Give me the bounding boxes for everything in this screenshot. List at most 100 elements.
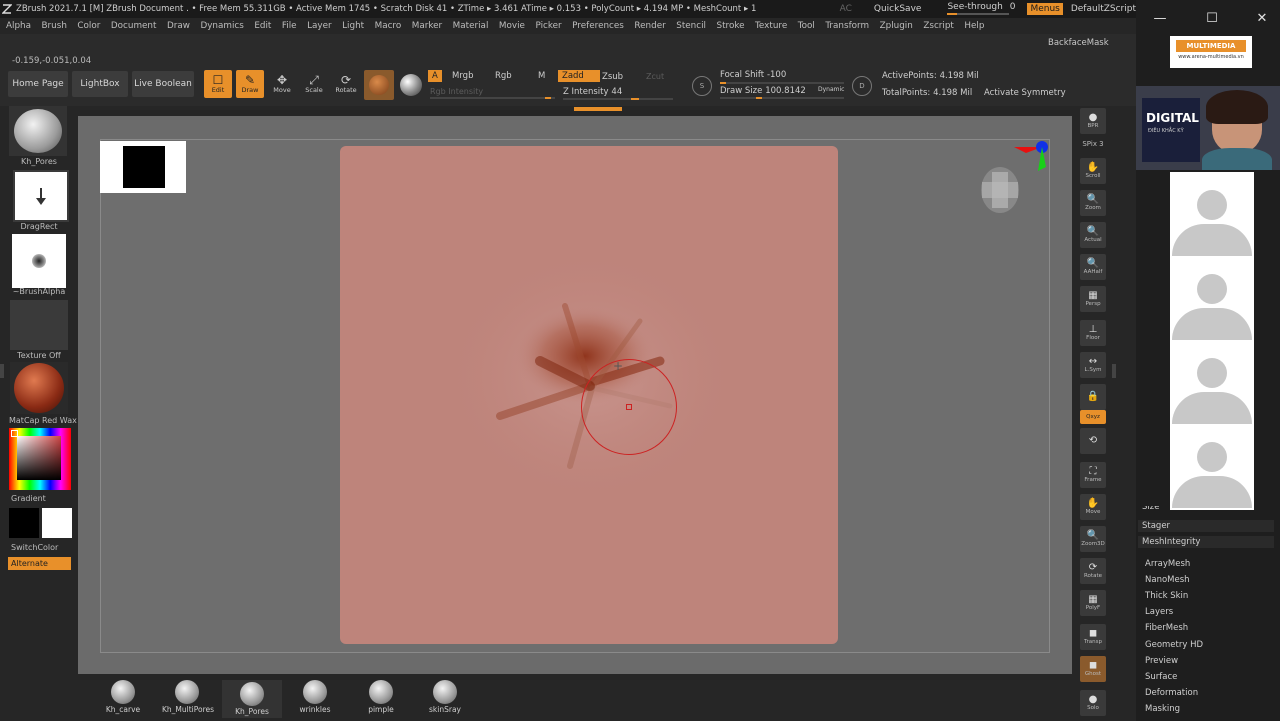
menu-edit[interactable]: Edit — [254, 21, 271, 31]
material-swatch-button[interactable] — [364, 70, 394, 100]
tool-11-button[interactable]: ⟲ — [1080, 428, 1106, 454]
submenu-fibermesh[interactable]: FiberMesh — [1145, 623, 1188, 633]
menu-file[interactable]: File — [282, 21, 297, 31]
actual-button[interactable]: 🔍 Actual — [1080, 222, 1106, 248]
menu-tool[interactable]: Tool — [798, 21, 815, 31]
brush-kh_carve[interactable]: Kh_carve — [98, 680, 148, 714]
z-intensity-slider[interactable]: Z Intensity 44 — [563, 87, 622, 97]
move-mode-button[interactable]: ✥ Move — [268, 70, 296, 98]
tool-9-button[interactable]: 🔒 — [1080, 384, 1106, 410]
persp-button[interactable]: ▦ Persp — [1080, 286, 1106, 312]
menu-document[interactable]: Document — [111, 21, 157, 31]
brush-selector[interactable] — [9, 106, 67, 156]
rotate-button[interactable]: ⟳ Rotate — [1080, 558, 1106, 584]
menu-help[interactable]: Help — [964, 21, 984, 31]
default-zscript-button[interactable]: DefaultZScript — [1071, 4, 1136, 14]
brush-skinsray[interactable]: skinSray — [420, 680, 470, 714]
lightbox-button[interactable]: LightBox — [72, 71, 128, 97]
scale-mode-button[interactable]: ⤢ Scale — [300, 70, 328, 98]
primary-color-swatch[interactable] — [9, 508, 39, 538]
see-through-slider[interactable]: See-through 0 — [947, 2, 1015, 16]
submenu-meshintegrity[interactable]: MeshIntegrity — [1138, 536, 1274, 548]
rgb-intensity-slider[interactable]: Rgb Intensity — [430, 87, 483, 96]
home-page-button[interactable]: Home Page — [8, 71, 68, 97]
speaker-video[interactable]: DIGITAL ĐIÊU KHẮC KỸ — [1136, 86, 1280, 170]
frame-button[interactable]: ⛶ Frame — [1080, 462, 1106, 488]
menu-macro[interactable]: Macro — [375, 21, 402, 31]
l-sym-button[interactable]: ↔ L.Sym — [1080, 352, 1106, 378]
menu-material[interactable]: Material — [453, 21, 489, 31]
close-window-icon[interactable]: ✕ — [1248, 6, 1276, 30]
menu-brush[interactable]: Brush — [42, 21, 67, 31]
edit-mode-button[interactable]: ☐ Edit — [204, 70, 232, 98]
menu-picker[interactable]: Picker — [535, 21, 561, 31]
floor-button[interactable]: ⊥ Floor — [1080, 320, 1106, 346]
maximize-window-icon[interactable]: ☐ — [1198, 6, 1226, 30]
z-intensity-track[interactable] — [563, 98, 673, 100]
polyf-button[interactable]: ▦ PolyF — [1080, 590, 1106, 616]
submenu-size[interactable]: Size — [1142, 506, 1159, 512]
stroke-selector[interactable] — [13, 170, 69, 222]
backface-mask-button[interactable]: BackfaceMask — [1048, 38, 1109, 48]
menu-zscript[interactable]: Zscript — [923, 21, 954, 31]
zoom3d-button[interactable]: 🔍 Zoom3D — [1080, 526, 1106, 552]
submenu-nanomesh[interactable]: NanoMesh — [1145, 575, 1190, 585]
zcut-button[interactable]: Zcut — [646, 72, 664, 81]
menu-draw[interactable]: Draw — [167, 21, 190, 31]
submenu-surface[interactable]: Surface — [1145, 672, 1177, 682]
menu-texture[interactable]: Texture — [755, 21, 787, 31]
navigator-thumbnail[interactable] — [100, 141, 186, 193]
spix-3-button[interactable]: SPix 3 — [1080, 136, 1106, 152]
ghost-button[interactable]: ◼ Ghost — [1080, 656, 1106, 682]
alternate-button[interactable]: Alternate — [8, 557, 71, 570]
focal-shift-slider[interactable]: Focal Shift -100 — [720, 70, 786, 80]
participant-tile[interactable] — [1170, 172, 1254, 256]
draw-size-track[interactable] — [720, 97, 844, 99]
draw-size-icon[interactable]: D — [852, 76, 872, 96]
rotate-mode-button[interactable]: ⟳ Rotate — [332, 70, 360, 98]
live-boolean-button[interactable]: Live Boolean — [132, 71, 194, 97]
aahalf-button[interactable]: 🔍 AAHalf — [1080, 254, 1106, 280]
menu-zplugin[interactable]: Zplugin — [880, 21, 913, 31]
menu-preferences[interactable]: Preferences — [572, 21, 624, 31]
menu-transform[interactable]: Transform — [825, 21, 869, 31]
right-tray-collapse-handle[interactable] — [1112, 364, 1116, 378]
menu-light[interactable]: Light — [342, 21, 364, 31]
submenu-deformation[interactable]: Deformation — [1145, 688, 1198, 698]
draw-size-slider[interactable]: Draw Size 100.8142 — [720, 86, 806, 96]
menu-stencil[interactable]: Stencil — [676, 21, 706, 31]
bpr-button[interactable]: ● BPR — [1080, 108, 1106, 134]
submenu-stager[interactable]: Stager — [1138, 520, 1274, 532]
submenu-masking[interactable]: Masking — [1145, 704, 1180, 714]
navigation-head-icon[interactable] — [980, 166, 1020, 214]
move-button[interactable]: ✋ Move — [1080, 494, 1106, 520]
menu-alpha[interactable]: Alpha — [6, 21, 31, 31]
submenu-preview[interactable]: Preview — [1145, 656, 1178, 666]
solo-button[interactable]: ● Solo — [1080, 690, 1106, 716]
ac-indicator[interactable]: AC — [840, 4, 852, 14]
rgb-button[interactable]: Rgb — [495, 71, 512, 81]
zsub-button[interactable]: Zsub — [602, 72, 623, 82]
m-button[interactable]: M — [538, 71, 545, 81]
menu-render[interactable]: Render — [634, 21, 665, 31]
draw-mode-button[interactable]: ✎ Draw — [236, 70, 264, 98]
secondary-color-swatch[interactable] — [42, 508, 72, 538]
qxyz-button[interactable]: Qxyz — [1080, 410, 1106, 424]
dynamic-toggle[interactable]: Dynamic — [818, 86, 844, 93]
submenu-layers[interactable]: Layers — [1145, 607, 1173, 617]
texture-selector[interactable] — [10, 300, 68, 350]
brush-wrinkles[interactable]: wrinkles — [290, 680, 340, 714]
sphere-material-icon[interactable] — [400, 74, 422, 96]
brush-pimple[interactable]: pimple — [356, 680, 406, 714]
zoom-button[interactable]: 🔍 Zoom — [1080, 190, 1106, 216]
transp-button[interactable]: ◼ Transp — [1080, 624, 1106, 650]
activate-symmetry-button[interactable]: Activate Symmetry — [984, 88, 1066, 98]
a-toggle[interactable]: A — [428, 70, 442, 82]
participant-tile[interactable] — [1170, 256, 1254, 340]
focal-shift-icon[interactable]: S — [692, 76, 712, 96]
alpha-selector[interactable] — [12, 234, 66, 288]
menu-color[interactable]: Color — [77, 21, 100, 31]
quicksave-button[interactable]: QuickSave — [874, 4, 922, 14]
brush-kh_multipores[interactable]: Kh_MultiPores — [162, 680, 214, 714]
rgb-intensity-track[interactable] — [430, 97, 555, 99]
